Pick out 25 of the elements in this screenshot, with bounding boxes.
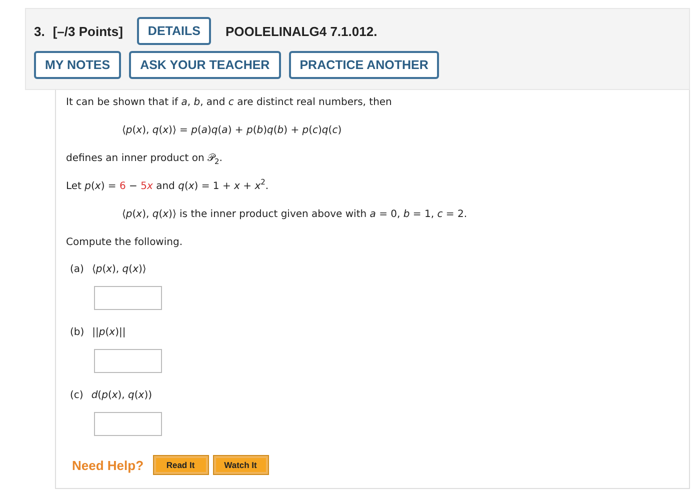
- question-text: defines an inner product on 𝒫$_{2}$.: [66, 152, 224, 166]
- details-button[interactable]: DETAILS: [136, 17, 212, 45]
- question-text: Let p(x) = 6 − 5x and q(x) = 1 + x + x$^{2}$.: [66, 180, 270, 194]
- help-button[interactable]: Watch It: [214, 456, 268, 474]
- need-help-label: Need Help?: [72, 458, 144, 472]
- part-label: (c): [70, 390, 84, 401]
- part-label: (b): [70, 327, 84, 338]
- part-label: (a): [70, 264, 84, 275]
- equation-text: ⟨p(x), q(x)⟩ = p(a)q(a) + p(b)q(b) + p(c)q(c): [121, 124, 343, 138]
- answer-field[interactable]: [94, 412, 162, 436]
- question-text: Compute the following.: [66, 236, 184, 250]
- equation-text: ⟨p(x), q(x)⟩ is the inner product given above with a = 0, b = 1, c = 2.: [121, 208, 468, 222]
- part-expression: ⟨p(x), q(x)⟩: [92, 264, 146, 275]
- action-button[interactable]: ASK YOUR TEACHER: [129, 51, 281, 79]
- part-expression: ||p(x)||: [92, 327, 126, 338]
- answer-field[interactable]: [94, 349, 162, 373]
- action-button[interactable]: PRACTICE ANOTHER: [288, 51, 440, 79]
- question-text: It can be shown that if a, b, and c are distinct real numbers, then: [66, 96, 393, 110]
- question-number: 3.: [34, 24, 45, 38]
- part-expression: d(p(x), q(x)): [91, 390, 152, 401]
- answer-field[interactable]: [94, 286, 162, 310]
- problem-code: POOLELINALG4 7.1.012.: [225, 24, 378, 38]
- action-button[interactable]: MY NOTES: [34, 51, 122, 79]
- help-button[interactable]: Read It: [154, 456, 208, 474]
- points-label: [–/3 Points]: [52, 24, 123, 38]
